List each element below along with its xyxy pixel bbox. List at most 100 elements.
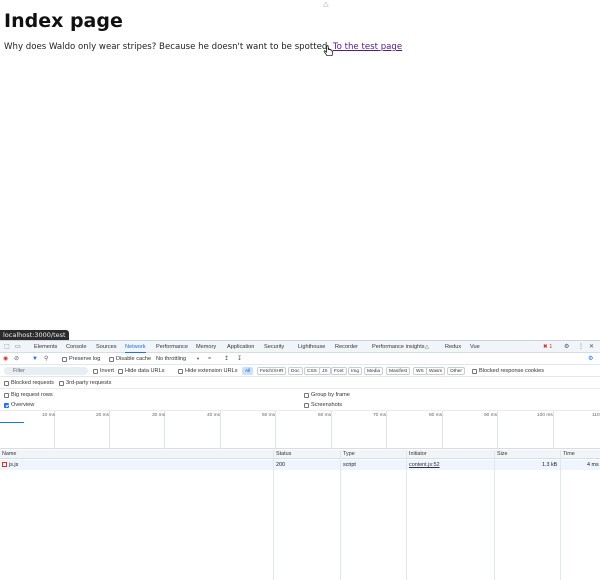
tab-application[interactable]: Application	[227, 341, 254, 353]
filter-type-js[interactable]: JS	[319, 367, 331, 375]
tab-console[interactable]: Console	[66, 341, 87, 353]
filter-type-img[interactable]: Img	[348, 367, 362, 375]
tab-memory[interactable]: Memory	[196, 341, 216, 353]
request-size: 1.3 kB	[542, 462, 558, 468]
tab-vue[interactable]: Vue	[470, 341, 480, 353]
hand-cursor-icon	[323, 45, 334, 57]
big-request-rows-checkbox[interactable]	[4, 392, 9, 398]
tab-elements[interactable]: Elements	[34, 341, 57, 353]
disable-cache-checkbox[interactable]	[109, 356, 114, 362]
invert-checkbox[interactable]	[93, 368, 98, 374]
error-count-badge[interactable]: ✖ 1	[543, 341, 552, 353]
timeline-tick-label: 90 ms	[484, 413, 498, 418]
column-status[interactable]: Status	[276, 450, 291, 459]
column-name[interactable]: Name	[2, 450, 16, 459]
filter-type-fetch-xhr[interactable]: Fetch/XHR	[257, 367, 287, 375]
table-row[interactable]: js.js 200 script content.js:52 1.3 kB 4 …	[0, 460, 600, 470]
tab-network[interactable]: Network	[125, 341, 146, 353]
column-divider[interactable]	[560, 450, 561, 580]
tab-redux[interactable]: Redux	[445, 341, 461, 353]
network-settings-icon[interactable]: ⚙	[588, 353, 593, 365]
tab-security[interactable]: Security	[264, 341, 284, 353]
column-divider[interactable]	[273, 450, 274, 580]
filter-type-wasm[interactable]: Wasm	[426, 367, 446, 375]
blocked-response-cookies-label: Blocked response cookies	[479, 368, 544, 374]
request-name-cell[interactable]: js.js	[2, 460, 18, 470]
hide-extension-urls-checkbox[interactable]	[178, 368, 183, 374]
timeline-tick-label: 10 ms	[42, 413, 56, 418]
chevron-down-icon[interactable]: ▼	[196, 353, 200, 365]
column-divider[interactable]	[406, 450, 407, 580]
timeline-tick-label: 110	[592, 413, 600, 418]
timeline-tick-label: 70 ms	[373, 413, 387, 418]
disable-cache-label: Disable cache	[116, 356, 152, 362]
filter-type-css[interactable]: CSS	[304, 367, 320, 375]
filter-funnel-icon[interactable]: ▼	[32, 353, 38, 365]
tab-lighthouse[interactable]: Lighthouse	[298, 341, 325, 353]
settings-gear-icon[interactable]: ⚙	[564, 341, 569, 353]
page-top-icon: △	[323, 0, 329, 8]
request-name: js.js	[9, 462, 19, 468]
request-initiator-link[interactable]: content.js:52	[409, 460, 440, 470]
timeline-gridline	[497, 411, 498, 449]
column-size[interactable]: Size	[497, 450, 508, 459]
export-har-icon[interactable]: ↧	[237, 353, 242, 365]
filter-type-all[interactable]: All	[242, 367, 254, 375]
column-initiator[interactable]: Initiator	[409, 450, 427, 459]
filter-type-ws[interactable]: WS	[413, 367, 427, 375]
browser-page: △ Index page Why does Waldo only wear st…	[0, 0, 600, 340]
overview-request-bar	[0, 422, 24, 423]
group-by-frame-checkbox[interactable]	[304, 392, 309, 398]
column-divider[interactable]	[340, 450, 341, 580]
link-status-url: localhost:3000/test	[0, 330, 69, 340]
timeline-gridline	[553, 411, 554, 449]
device-toolbar-icon[interactable]: ▭	[15, 341, 21, 353]
tab-sources[interactable]: Sources	[96, 341, 117, 353]
timeline-gridline	[331, 411, 332, 449]
filter-type-manifest[interactable]: Manifest	[386, 367, 411, 375]
screenshots-checkbox[interactable]	[304, 403, 309, 408]
blocked-requests-label: Blocked requests	[11, 380, 54, 386]
more-options-icon[interactable]: ⋮	[578, 341, 584, 353]
tab-performance[interactable]: Performance	[156, 341, 188, 353]
clear-icon[interactable]: ⊘	[14, 353, 19, 365]
filter-type-doc[interactable]: Doc	[288, 367, 303, 375]
column-time[interactable]: Time	[563, 450, 575, 459]
filter-input[interactable]: Filter	[4, 367, 88, 375]
search-icon[interactable]: ⚲	[44, 353, 48, 365]
overview-checkbox[interactable]	[4, 403, 9, 408]
preserve-log-checkbox[interactable]	[62, 356, 67, 362]
hide-data-urls-checkbox[interactable]	[118, 368, 123, 374]
throttling-select[interactable]: No throttling	[156, 353, 186, 365]
tab-performance-insights[interactable]: Performance insights	[372, 341, 425, 353]
network-toolbar: ◉ ⊘ ▼ ⚲ Preserve log Disable cache No th…	[0, 353, 600, 365]
blocked-response-cookies-checkbox[interactable]	[472, 368, 477, 374]
devtools-tab-bar: ⬚ ▭ Elements Console Sources Network Per…	[0, 341, 600, 353]
timeline-tick-label: 30 ms	[152, 413, 166, 418]
requests-table-header: Name Status Type Initiator Size Time	[0, 450, 600, 459]
third-party-requests-label: 3rd-party requests	[66, 380, 112, 386]
column-type[interactable]: Type	[343, 450, 355, 459]
network-conditions-icon[interactable]: ≈	[208, 353, 211, 365]
timeline-gridline	[442, 411, 443, 449]
overview-label: Overview	[11, 402, 35, 408]
settings-row-2: Overview Screenshots	[0, 400, 600, 411]
page-paragraph: Why does Waldo only wear stripes? Becaus…	[4, 42, 402, 52]
timeline-tick-label: 80 ms	[429, 413, 443, 418]
third-party-requests-checkbox[interactable]	[59, 380, 64, 386]
test-page-link[interactable]: To the test page	[333, 42, 402, 52]
filter-placeholder: Filter	[13, 368, 25, 374]
record-icon[interactable]: ◉	[3, 353, 8, 365]
tab-recorder[interactable]: Recorder	[335, 341, 358, 353]
invert-label: Invert	[100, 368, 114, 374]
import-har-icon[interactable]: ↥	[224, 353, 229, 365]
filter-type-other[interactable]: Other	[447, 367, 465, 375]
inspect-element-icon[interactable]: ⬚	[4, 341, 10, 353]
filter-type-media[interactable]: Media	[364, 367, 384, 375]
network-overview-timeline[interactable]: 10 ms 20 ms 30 ms 40 ms 50 ms 60 ms 70 m…	[0, 411, 600, 449]
column-divider[interactable]	[494, 450, 495, 580]
blocked-requests-checkbox[interactable]	[4, 380, 9, 386]
close-devtools-icon[interactable]: ✕	[589, 341, 594, 353]
filter-type-font[interactable]: Font	[331, 367, 347, 375]
error-count: 1	[549, 344, 553, 350]
